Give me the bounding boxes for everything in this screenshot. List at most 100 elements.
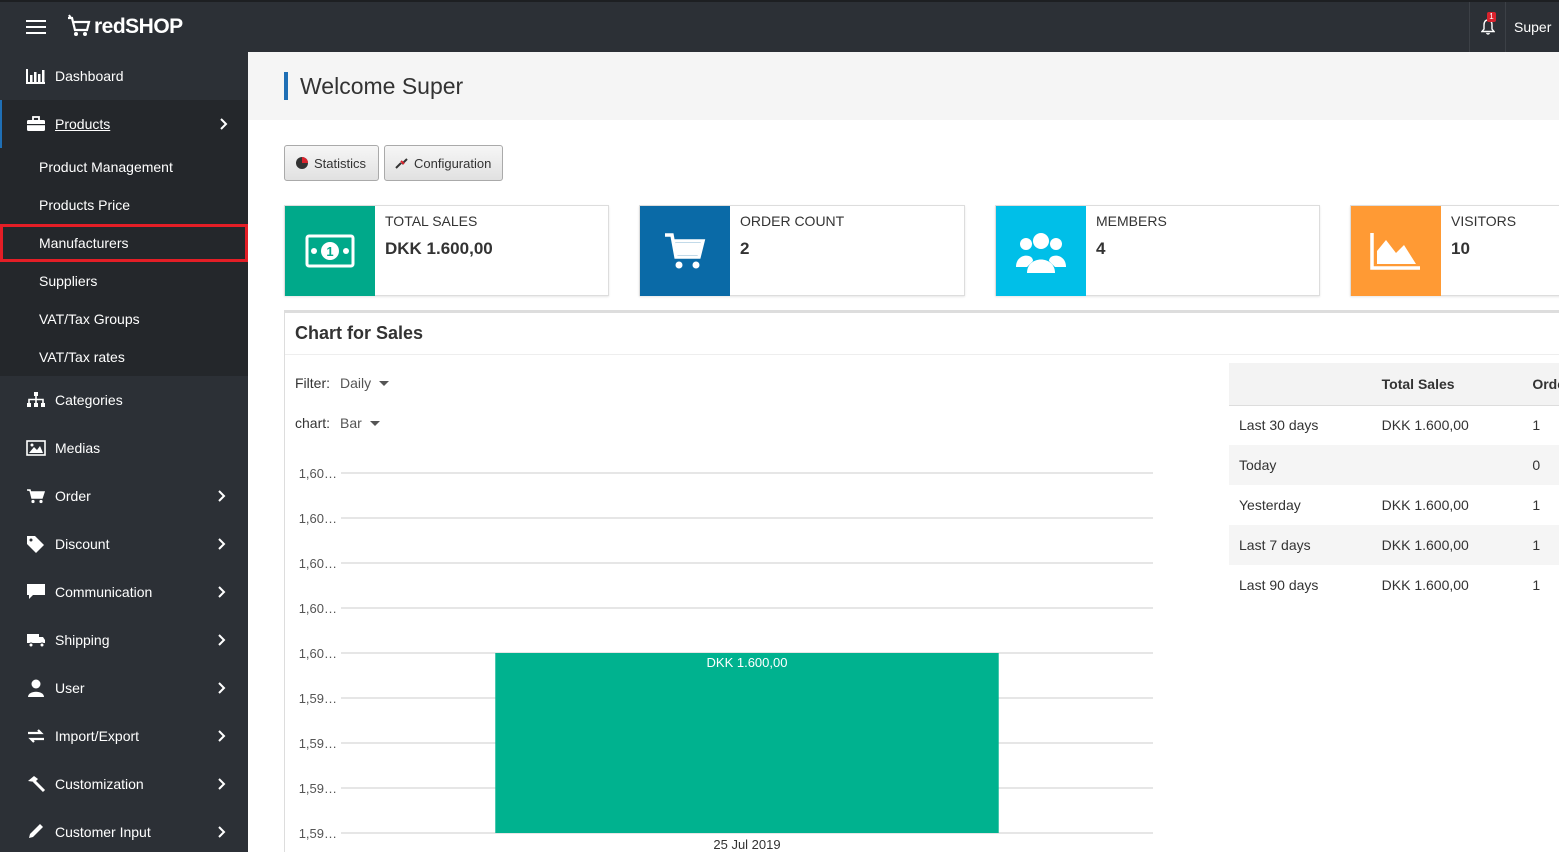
submenu-product-management[interactable]: Product Management: [0, 148, 248, 186]
y-tick-label: 1,60…: [299, 601, 337, 616]
chevron-right-icon: [218, 730, 226, 742]
sidebar-item-label: Shipping: [55, 632, 110, 648]
table-cell-total-sales: DKK 1.600,00: [1381, 497, 1469, 513]
chevron-right-icon: [218, 490, 226, 502]
chevron-right-icon: [218, 586, 226, 598]
card-icon-box: 1: [285, 206, 375, 296]
table-header-row: Total Sales Orde: [1229, 363, 1559, 406]
chevron-right-icon: [218, 538, 226, 550]
table-cell-period: Yesterday: [1239, 497, 1301, 513]
table-row: Last 30 days DKK 1.600,00 1: [1229, 405, 1559, 445]
sidebar: Dashboard Products Product Management Pr…: [0, 52, 248, 852]
chevron-right-icon: [218, 682, 226, 694]
pie-chart-icon: [295, 156, 309, 170]
table-cell-total-sales: [1371, 445, 1523, 485]
bar-chart-icon: [26, 67, 46, 85]
cart-logo-icon: [68, 14, 91, 36]
sidebar-item-import-export[interactable]: Import/Export: [0, 712, 248, 760]
sidebar-item-label: Import/Export: [55, 728, 140, 744]
wrench-icon: [395, 156, 409, 170]
sidebar-item-customization[interactable]: Customization: [0, 760, 248, 808]
hammer-icon: [26, 775, 46, 793]
y-tick-label: 1,59…: [299, 736, 337, 751]
logo-text: redSHOP: [94, 15, 183, 38]
submenu-suppliers[interactable]: Suppliers: [0, 262, 248, 300]
comment-icon: [26, 583, 46, 601]
sidebar-item-customer-input[interactable]: Customer Input: [0, 808, 248, 852]
card-value: 2: [740, 239, 750, 258]
table-row: Yesterday DKK 1.600,00 1: [1229, 485, 1559, 525]
table-header-orders: Orde: [1522, 363, 1559, 406]
sidebar-item-discount[interactable]: Discount: [0, 520, 248, 568]
submenu-products-price[interactable]: Products Price: [0, 186, 248, 224]
table-header-period: [1229, 363, 1372, 406]
chart-bar[interactable]: [495, 653, 999, 833]
card-icon-box: [640, 206, 730, 296]
money-icon: 1: [305, 234, 355, 268]
table-cell-orders: 1: [1532, 497, 1541, 513]
card-label: TOTAL SALES: [385, 213, 478, 229]
card-value: 10: [1451, 239, 1470, 258]
y-tick-label: 1,60…: [299, 646, 337, 661]
table-cell-orders: 0: [1522, 445, 1559, 485]
logo[interactable]: redSHOP: [66, 12, 183, 42]
card-icon-box: [996, 206, 1086, 296]
sidebar-item-shipping[interactable]: Shipping: [0, 616, 248, 664]
chart-panel: Chart for Sales Filter: Daily chart: Bar…: [284, 310, 1559, 852]
submenu-vat-tax-groups[interactable]: VAT/Tax Groups: [0, 300, 248, 338]
sidebar-item-label: Medias: [55, 440, 101, 456]
statistics-button[interactable]: Statistics: [284, 145, 379, 181]
page-header: Welcome Super: [248, 52, 1559, 120]
exchange-icon: [26, 727, 46, 745]
sidebar-item-dashboard[interactable]: Dashboard: [0, 52, 248, 100]
chart-type-label: chart:: [295, 415, 331, 431]
sales-summary-table: Total Sales Orde Last 30 days DKK 1.600,0…: [1229, 363, 1559, 605]
sidebar-item-label: Categories: [55, 392, 123, 408]
filter-row: Filter: Daily: [295, 375, 390, 391]
chevron-right-icon: [218, 778, 226, 790]
table-cell-period: Last 7 days: [1229, 525, 1372, 565]
sidebar-item-products[interactable]: Products: [0, 100, 248, 148]
filter-select[interactable]: Daily: [340, 375, 390, 391]
sidebar-item-label: Communication: [55, 584, 153, 600]
cart-icon: [665, 233, 706, 269]
area-chart-icon: [1370, 233, 1420, 270]
chevron-right-icon: [220, 118, 228, 130]
y-tick-label: 1,59…: [299, 826, 337, 841]
submenu-manufacturers[interactable]: Manufacturers: [0, 224, 248, 262]
sidebar-item-communication[interactable]: Communication: [0, 568, 248, 616]
sidebar-item-user[interactable]: User: [0, 664, 248, 712]
sales-bar-chart: 1,60… 1,60… 1,60… 1,60… 1,60… 1,59… 1,59… 1,59……: [299, 466, 1153, 852]
table-cell-orders: 1: [1532, 417, 1541, 434]
table-cell-total-sales: DKK 1.600,00: [1381, 577, 1469, 593]
card-label: VISITORS: [1451, 213, 1517, 229]
sidebar-item-categories[interactable]: Categories: [0, 376, 248, 424]
main-content: Welcome Super Statistics Configuration 1…: [248, 52, 1559, 852]
x-category-label: 25 Jul 2019: [713, 837, 780, 852]
table-header-total-sales: Total Sales: [1371, 363, 1523, 406]
notification-badge: 1: [1487, 12, 1496, 22]
card-label: MEMBERS: [1096, 213, 1167, 229]
configuration-button-label: Configuration: [414, 155, 492, 171]
sidebar-item-label: Order: [55, 488, 91, 504]
sidebar-item-label: Customer Input: [55, 824, 151, 840]
y-tick-label: 1,60…: [299, 511, 337, 526]
sidebar-item-medias[interactable]: Medias: [0, 424, 248, 472]
svg-text:1: 1: [326, 244, 333, 259]
card-value: DKK 1.600,00: [385, 239, 493, 258]
truck-icon: [26, 631, 46, 649]
menu-toggle-icon[interactable]: [26, 20, 46, 34]
user-menu[interactable]: Super: [1505, 2, 1559, 52]
top-bar: redSHOP 1 Super: [0, 0, 1559, 52]
image-icon: [26, 439, 46, 457]
chart-type-select[interactable]: Bar: [340, 415, 380, 431]
sidebar-item-order[interactable]: Order: [0, 472, 248, 520]
configuration-button[interactable]: Configuration: [384, 145, 503, 181]
tag-icon: [26, 535, 46, 553]
notifications-button[interactable]: 1: [1469, 2, 1505, 52]
table-cell-total-sales: DKK 1.600,00: [1381, 417, 1469, 434]
submenu-vat-tax-rates[interactable]: VAT/Tax rates: [0, 338, 248, 376]
card-value: 4: [1096, 239, 1106, 258]
briefcase-icon: [26, 115, 46, 133]
statistics-button-label: Statistics: [314, 155, 367, 171]
